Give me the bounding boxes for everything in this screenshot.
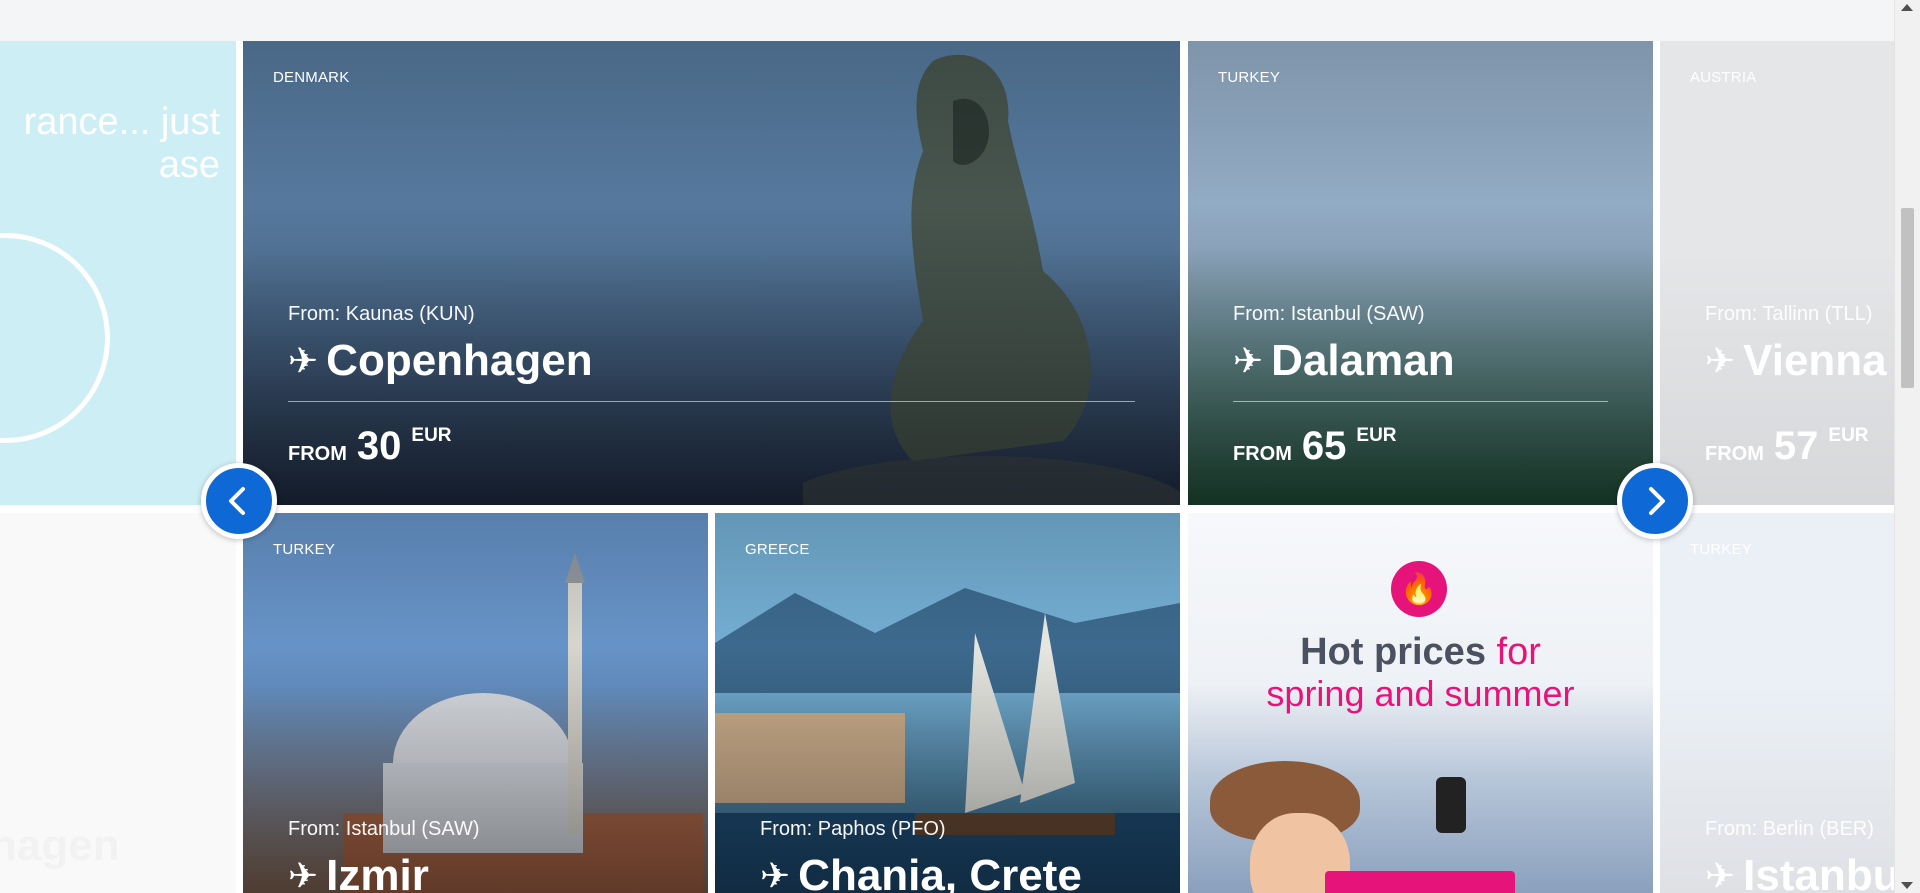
destinations-carousel: rance... just ase hagen DENMARK From: Kau… [0, 41, 1895, 893]
card-destination: ✈ Copenhagen [288, 336, 593, 386]
card-destination: ✈ Izmir [288, 851, 429, 893]
umbrella-icon [0, 233, 110, 443]
price-amount: 65 [1301, 424, 1347, 468]
card-destination: hagen [0, 821, 120, 870]
plane-icon: ✈ [288, 340, 319, 381]
card-origin: From: Istanbul (SAW) [288, 818, 480, 840]
price-currency: EUR [411, 425, 452, 446]
card-destination: ✈ Vienna [1705, 336, 1887, 386]
card-chania[interactable]: GREECE From: Paphos (PFO) ✈ Chania, Crete [715, 513, 1180, 893]
card-country: TURKEY [1218, 69, 1281, 86]
phone-illustration [1436, 777, 1466, 833]
card-vienna[interactable]: AUSTRIA From: Tallinn (TLL) ✈ Vienna FROM… [1660, 41, 1895, 505]
card-country: GREECE [745, 541, 810, 558]
card-origin: From: Kaunas (KUN) [288, 303, 475, 325]
card-destination: ✈ Chania, Crete [760, 851, 1082, 893]
card-price: FROM 65 EUR [1233, 424, 1397, 468]
card-price: FROM 57 EUR [1705, 424, 1869, 468]
promo-title-main: Hot prices [1300, 631, 1486, 673]
plane-icon: ✈ [1705, 340, 1736, 381]
flame-icon: 🔥 [1391, 561, 1447, 617]
chevron-right-icon [1649, 487, 1665, 515]
card-price: FROM 30 EUR [288, 424, 452, 468]
promo-subtitle: spring and summer [1266, 673, 1575, 714]
insurance-card[interactable]: rance... just ase [0, 41, 236, 505]
price-label: FROM [1705, 443, 1764, 465]
price-amount: 30 [356, 424, 402, 468]
card-country: TURKEY [1690, 541, 1753, 558]
promo-cta-button[interactable] [1325, 871, 1515, 893]
price-label: FROM [1233, 443, 1292, 465]
price-amount: 57 [1773, 424, 1819, 468]
card-origin: From: Istanbul (SAW) [1233, 303, 1425, 325]
card-origin: From: Berlin (BER) [1705, 818, 1874, 840]
promo-title: Hot prices for [1188, 631, 1653, 674]
plane-icon: ✈ [760, 855, 791, 893]
scroll-up-icon[interactable] [1901, 4, 1913, 11]
card-country: TURKEY [273, 541, 336, 558]
card-destination: ✈ Istanbu [1705, 851, 1895, 893]
plane-icon: ✈ [1233, 340, 1264, 381]
card-dalaman[interactable]: TURKEY From: Istanbul (SAW) ✈ Dalaman FRO… [1188, 41, 1653, 505]
card-destination-label: Vienna [1743, 336, 1887, 385]
card-destination-label: Dalaman [1271, 336, 1455, 385]
scroll-down-icon[interactable] [1901, 882, 1913, 889]
card-country: DENMARK [273, 69, 350, 86]
chevron-left-icon [229, 487, 245, 515]
card-country: AUSTRIA [1690, 69, 1757, 86]
carousel-prev-button[interactable] [201, 463, 277, 539]
price-label: FROM [288, 443, 347, 465]
promo-title-for: for [1496, 631, 1541, 673]
card-destination: ✈ Dalaman [1233, 336, 1455, 386]
price-currency: EUR [1356, 425, 1397, 446]
insurance-text: rance... just ase [23, 101, 220, 186]
carousel-next-button[interactable] [1617, 463, 1693, 539]
card-destination-label: Istanbu [1743, 851, 1895, 893]
plane-icon: ✈ [288, 855, 319, 893]
card-destination-label: Copenhagen [326, 336, 593, 385]
card-origin: From: Tallinn (TLL) [1705, 303, 1873, 325]
card-copenhagen[interactable]: DENMARK From: Kaunas (KUN) ✈ Copenhagen F… [243, 41, 1180, 505]
card-destination-label: Izmir [326, 851, 429, 893]
plane-icon: ✈ [1705, 855, 1736, 893]
divider [288, 401, 1135, 402]
scrollbar-thumb[interactable] [1901, 208, 1914, 388]
card-istanbul[interactable]: TURKEY From: Berlin (BER) ✈ Istanbu [1660, 513, 1895, 893]
divider [1233, 401, 1608, 402]
hot-prices-promo[interactable]: 🔥 Hot prices for spring and summer [1188, 513, 1653, 893]
price-currency: EUR [1828, 425, 1869, 446]
card-izmir[interactable]: TURKEY From: Istanbul (SAW) ✈ Izmir [243, 513, 708, 893]
card-origin: From: Paphos (PFO) [760, 818, 946, 840]
faded-card-left-bottom[interactable]: hagen [0, 513, 236, 893]
page-scrollbar[interactable] [1894, 0, 1920, 893]
card-destination-label: Chania, Crete [798, 851, 1082, 893]
